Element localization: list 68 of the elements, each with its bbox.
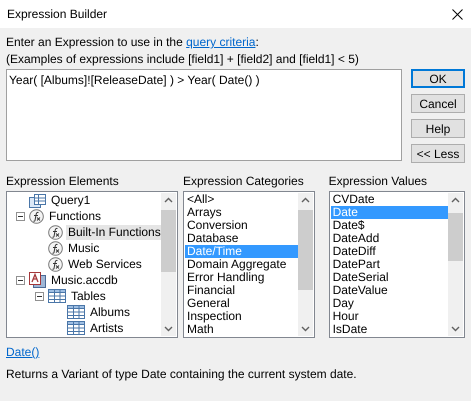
value-item[interactable]: DateDiff [330, 245, 448, 258]
function-icon [48, 240, 63, 256]
description-text: Returns a Variant of type Date containing the current system date. [6, 366, 358, 382]
value-item[interactable]: DatePart [330, 258, 448, 271]
value-item[interactable]: Date$ [330, 219, 448, 232]
collapse-icon[interactable] [16, 212, 25, 221]
examples-text: (Examples of expressions include [field1] + [field2] and [field1] < 5) [6, 51, 360, 68]
close-icon[interactable] [452, 8, 463, 20]
category-item[interactable]: Database [185, 232, 298, 245]
query-icon [29, 194, 46, 208]
scroll-down-icon[interactable] [451, 326, 460, 332]
value-item[interactable]: DateValue [330, 284, 448, 297]
value-item[interactable]: DateSerial [330, 271, 448, 284]
scrollbar[interactable] [298, 193, 313, 336]
scrollbar[interactable] [448, 193, 463, 336]
pane-heading: Expression Values [328, 174, 428, 189]
category-item[interactable]: Error Handling [185, 271, 298, 284]
tree-item[interactable]: Tables [69, 288, 108, 304]
category-item[interactable]: Arrays [185, 206, 298, 219]
dialog-button[interactable]: OK [411, 69, 465, 88]
table-icon [48, 289, 66, 303]
tree-item[interactable]: Functions [47, 208, 104, 224]
scrollbar[interactable] [161, 193, 176, 336]
scroll-up-icon[interactable] [164, 197, 173, 203]
dialog-button[interactable]: Help [411, 119, 465, 138]
window-title: Expression Builder [7, 7, 108, 21]
pane-heading: Expression Categories [183, 174, 305, 189]
expression-field[interactable]: Year( [Albums]![ReleaseDate] ) > Year( Date() ) [6, 69, 402, 161]
function-icon [48, 224, 63, 240]
category-item[interactable]: Domain Aggregate [185, 258, 298, 271]
category-item[interactable]: Conversion [185, 219, 298, 232]
value-item[interactable]: Day [330, 297, 448, 310]
collapse-icon[interactable] [16, 276, 25, 284]
value-item[interactable]: CVDate [330, 193, 448, 206]
category-item[interactable]: Math [185, 323, 298, 336]
tree-item[interactable]: Music.accdb [49, 272, 120, 288]
tree-item[interactable]: Albums [88, 304, 132, 320]
collapse-icon[interactable] [35, 292, 44, 300]
table-icon [67, 305, 85, 319]
category-item[interactable]: General [185, 297, 298, 310]
category-item[interactable]: <All> [185, 193, 298, 206]
tree-item[interactable]: Music [66, 240, 102, 256]
value-item[interactable]: IsDate [330, 323, 448, 336]
dialog-button[interactable]: << Less [411, 144, 465, 163]
scrollbar-thumb[interactable] [298, 210, 313, 290]
value-item[interactable]: Hour [330, 310, 448, 323]
tree-item[interactable]: Web Services [66, 256, 144, 272]
database-icon [29, 272, 46, 288]
tree-item[interactable]: Query1 [49, 193, 92, 208]
category-item[interactable]: Inspection [185, 310, 298, 323]
scroll-up-icon[interactable] [451, 197, 460, 203]
category-item[interactable]: Financial [185, 284, 298, 297]
function-icon [29, 208, 44, 224]
scroll-up-icon[interactable] [300, 197, 310, 203]
syntax-link[interactable]: Date() [6, 345, 40, 359]
value-item[interactable]: DateAdd [330, 232, 448, 245]
query-criteria-link[interactable]: query criteria [186, 35, 256, 49]
scrollbar-thumb[interactable] [448, 213, 463, 261]
scroll-down-icon[interactable] [300, 326, 310, 332]
tree-item[interactable]: Artists [88, 320, 126, 336]
function-icon [48, 256, 63, 272]
tree-item[interactable]: Built-In Functions [66, 224, 161, 240]
dialog-button[interactable]: Cancel [411, 94, 465, 113]
table-icon [67, 321, 85, 335]
pane-heading: Expression Elements [6, 174, 120, 189]
scroll-down-icon[interactable] [164, 326, 173, 332]
prompt-text: Enter an Expression to use in the query criteria: [6, 34, 260, 51]
scrollbar-thumb[interactable] [161, 210, 176, 272]
